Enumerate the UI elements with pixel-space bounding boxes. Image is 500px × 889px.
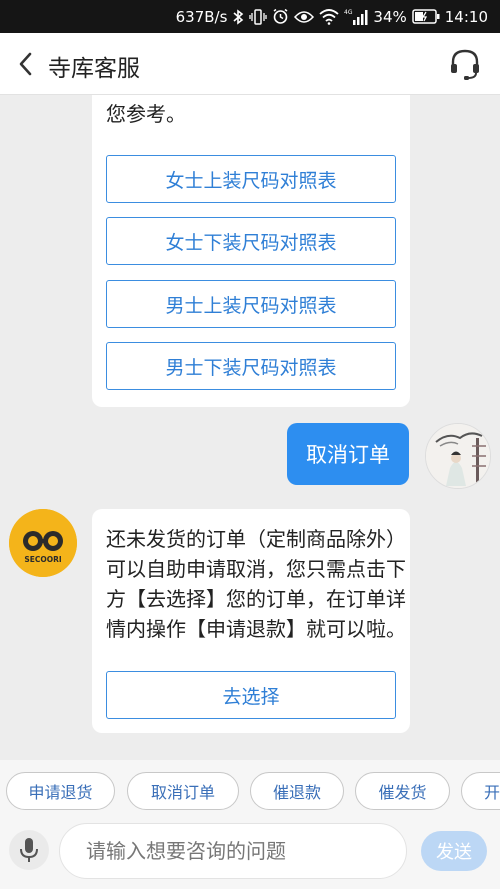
network-type: 4G <box>344 9 353 16</box>
status-icons: 637B/s 4G 34% 14:10 <box>176 0 488 33</box>
back-arrow-icon[interactable] <box>14 50 38 78</box>
bot-logo-text: SECOORI <box>24 555 62 564</box>
women-bottom-size-button[interactable]: 女士下装尺码对照表 <box>106 217 396 265</box>
size-guide-intro: 下面有详细尺码对照表和推荐供您参考。 <box>106 95 386 126</box>
signal-icon: 4G <box>344 8 368 26</box>
microphone-icon[interactable] <box>9 830 49 870</box>
message-input[interactable] <box>59 823 407 879</box>
bot-reply-text: 还未发货的订单（定制商品除外）可以自助申请取消，您只需点击下方【去选择】您的订单… <box>106 527 406 641</box>
quick-reply-return[interactable]: 申请退货 <box>6 772 115 810</box>
chat-header: 寺库客服 <box>0 33 500 95</box>
select-order-button[interactable]: 去选择 <box>106 671 396 719</box>
size-guide-card: 下面有详细尺码对照表和推荐供您参考。 女士上装尺码对照表 女士下装尺码对照表 男… <box>92 95 410 407</box>
bot-reply-card: 还未发货的订单（定制商品除外）可以自助申请取消，您只需点击下方【去选择】您的订单… <box>92 509 410 733</box>
men-top-size-button[interactable]: 男士上装尺码对照表 <box>106 280 396 328</box>
network-speed: 637B/s <box>175 7 228 26</box>
eye-icon <box>294 10 315 24</box>
user-message-bubble: 取消订单 <box>287 423 409 485</box>
send-button[interactable]: 发送 <box>421 831 487 871</box>
quick-reply-refund[interactable]: 催退款 <box>250 772 344 810</box>
bot-avatar: SECOORI <box>9 509 77 577</box>
bluetooth-icon <box>232 8 244 25</box>
user-avatar[interactable] <box>425 423 491 489</box>
quick-reply-cancel-order[interactable]: 取消订单 <box>127 772 239 810</box>
men-bottom-size-button[interactable]: 男士下装尺码对照表 <box>106 342 396 390</box>
chat-area[interactable]: 下面有详细尺码对照表和推荐供您参考。 女士上装尺码对照表 女士下装尺码对照表 男… <box>0 95 500 760</box>
battery-percent: 34% <box>373 7 407 26</box>
quick-reply-bar[interactable]: 申请退货 取消订单 催退款 催发货 开 <box>0 760 500 822</box>
input-bar: 发送 <box>0 822 500 889</box>
quick-reply-more[interactable]: 开 <box>461 772 500 810</box>
quick-reply-ship[interactable]: 催发货 <box>355 772 450 810</box>
clock-time: 14:10 <box>444 7 488 26</box>
alarm-icon <box>272 8 289 25</box>
headset-icon[interactable] <box>448 47 482 81</box>
wifi-icon <box>319 8 340 25</box>
battery-icon <box>412 9 440 24</box>
vibrate-icon <box>249 8 268 25</box>
women-top-size-button[interactable]: 女士上装尺码对照表 <box>106 155 396 203</box>
page-title: 寺库客服 <box>48 56 140 82</box>
status-bar: 637B/s 4G 34% 14:10 <box>0 0 500 33</box>
